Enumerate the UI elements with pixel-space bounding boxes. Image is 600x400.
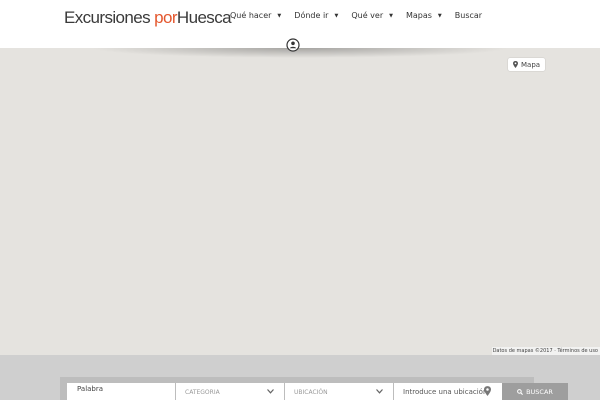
map-view-button[interactable]: Mapa: [508, 58, 546, 71]
map-attribution[interactable]: Datos de mapas ©2017 · Términos de uso: [492, 347, 600, 355]
nav-label: Qué hacer: [230, 11, 272, 20]
caret-down-icon: ▼: [389, 12, 393, 19]
main-nav: Qué hacer ▼ Dónde ir ▼ Qué ver ▼ Mapas ▼ Bus…: [230, 11, 495, 20]
site-header: Excursiones porHuesca Qué hacer ▼ Dónde i…: [0, 0, 600, 48]
nav-label: Qué ver: [351, 11, 384, 20]
site-logo[interactable]: Excursiones porHuesca: [64, 8, 232, 28]
address-input[interactable]: Introduce una ubicación: [394, 383, 502, 400]
nav-item-mapas[interactable]: Mapas ▼: [406, 11, 442, 20]
map-marker-icon: [513, 61, 518, 68]
location-pin-icon[interactable]: [484, 386, 491, 396]
user-circle-icon[interactable]: [286, 38, 300, 52]
location-placeholder: UBICACIÓN: [294, 389, 328, 396]
caret-down-icon: ▼: [334, 12, 339, 19]
search-button[interactable]: BUSCAR: [502, 383, 568, 400]
nav-item-donde-ir[interactable]: Dónde ir ▼: [294, 11, 338, 20]
logo-text-huesca: Huesca: [176, 8, 232, 27]
address-placeholder: Introduce una ubicación: [403, 388, 488, 396]
category-select[interactable]: CATEGORIA: [176, 383, 284, 400]
chevron-down-icon: [267, 389, 274, 394]
chevron-down-icon: [376, 389, 383, 394]
caret-down-icon: ▼: [277, 12, 282, 19]
nav-item-que-hacer[interactable]: Qué hacer ▼: [230, 11, 281, 20]
keyword-input[interactable]: Palabra: [67, 383, 175, 400]
logo-text-por: por: [154, 8, 177, 27]
nav-label: Buscar: [454, 11, 483, 20]
nav-label: Mapas: [405, 11, 432, 20]
nav-label: Dónde ir: [294, 11, 329, 20]
caret-down-icon: ▼: [437, 12, 442, 19]
category-placeholder: CATEGORIA: [185, 389, 220, 396]
location-select[interactable]: UBICACIÓN: [285, 383, 393, 400]
logo-text-excursiones: Excursiones: [64, 8, 151, 27]
map-button-label: Mapa: [521, 60, 541, 69]
header-shadow: [90, 48, 510, 58]
map-canvas[interactable]: [0, 52, 600, 355]
nav-item-que-ver[interactable]: Qué ver ▼: [351, 11, 393, 20]
search-button-label: BUSCAR: [526, 387, 553, 396]
search-icon: [517, 388, 524, 395]
nav-item-buscar[interactable]: Buscar: [455, 11, 482, 20]
